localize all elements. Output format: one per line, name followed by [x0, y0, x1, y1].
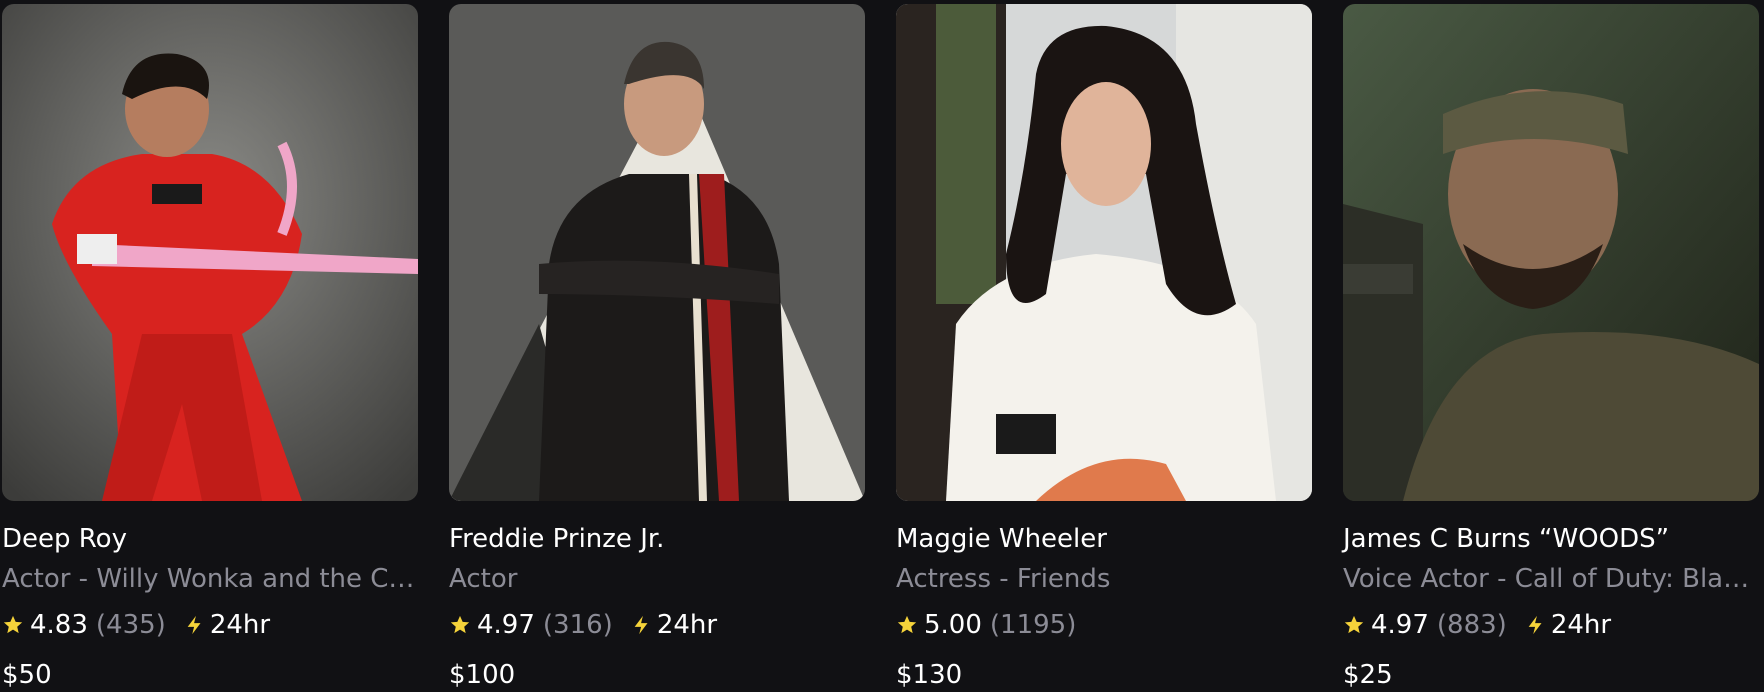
talent-role: Actor — [449, 564, 518, 594]
price: $100 — [449, 660, 516, 690]
rating-value: 5.00 — [924, 610, 982, 640]
talent-role: Actor - Willy Wonka and the Chocolate Fa… — [2, 564, 418, 594]
response-time: 24hr — [1550, 610, 1612, 640]
review-count: (316) — [542, 610, 613, 640]
star-icon — [1344, 615, 1364, 634]
talent-stats: 4.97 (316) 24hr — [449, 608, 717, 642]
talent-card[interactable]: Maggie Wheeler Actress - Friends 5.00 (1… — [896, 4, 1312, 692]
lightning-bolt-icon — [1528, 615, 1542, 635]
talent-card[interactable]: Deep Roy Actor - Willy Wonka and the Cho… — [2, 4, 418, 692]
review-count: (883) — [1436, 610, 1507, 640]
rating-value: 4.97 — [1371, 610, 1429, 640]
talent-photo[interactable] — [449, 4, 865, 501]
talent-stats: 5.00 (1195) — [896, 608, 1076, 642]
review-count: (435) — [95, 610, 166, 640]
talent-name[interactable]: Maggie Wheeler — [896, 522, 1107, 556]
lightning-bolt-icon — [187, 615, 201, 635]
talent-card-grid: Deep Roy Actor - Willy Wonka and the Cho… — [0, 0, 1764, 692]
review-count: (1195) — [989, 610, 1077, 640]
price: $50 — [2, 660, 52, 690]
lightning-bolt-icon — [634, 615, 648, 635]
talent-photo[interactable] — [1343, 4, 1759, 501]
star-icon — [3, 615, 23, 634]
talent-photo[interactable] — [2, 4, 418, 501]
response-time: 24hr — [209, 610, 271, 640]
star-icon — [897, 615, 917, 634]
star-icon — [450, 615, 470, 634]
talent-photo[interactable] — [896, 4, 1312, 501]
price: $25 — [1343, 660, 1393, 690]
talent-name[interactable]: Freddie Prinze Jr. — [449, 522, 664, 556]
talent-name[interactable]: Deep Roy — [2, 522, 127, 556]
talent-name[interactable]: James C Burns “WOODS” — [1343, 522, 1669, 556]
rating-value: 4.97 — [477, 610, 535, 640]
rating-value: 4.83 — [30, 610, 88, 640]
talent-role: Voice Actor - Call of Duty: Black Ops — [1343, 564, 1759, 594]
talent-role: Actress - Friends — [896, 564, 1111, 594]
talent-card[interactable]: Freddie Prinze Jr. Actor 4.97 (316) 24hr… — [449, 4, 865, 692]
response-time: 24hr — [656, 610, 718, 640]
price: $130 — [896, 660, 963, 690]
talent-card[interactable]: James C Burns “WOODS” Voice Actor - Call… — [1343, 4, 1759, 692]
talent-stats: 4.97 (883) 24hr — [1343, 608, 1611, 642]
talent-stats: 4.83 (435) 24hr — [2, 608, 270, 642]
